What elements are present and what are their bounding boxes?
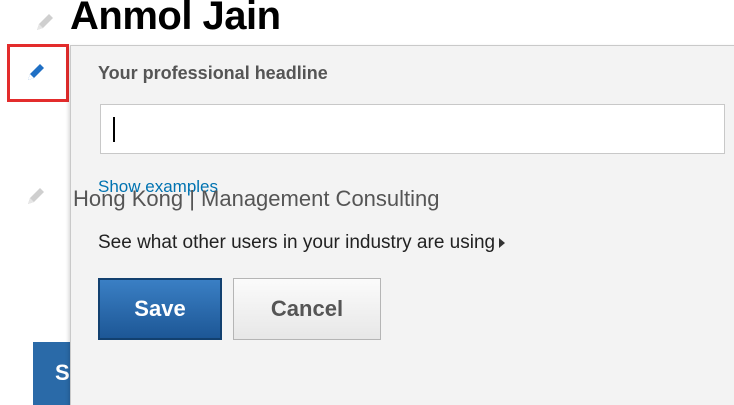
text-caret bbox=[113, 117, 115, 142]
headline-field-label: Your professional headline bbox=[98, 63, 328, 83]
profile-name: Anmol Jain bbox=[70, 0, 281, 38]
see-industry-headlines-link[interactable]: See what other users in your industry ar… bbox=[98, 232, 506, 254]
edit-location-pencil-icon[interactable] bbox=[24, 184, 48, 208]
headline-input[interactable] bbox=[100, 104, 725, 154]
profile-page: Anmol Jain n r c S Your professional hea… bbox=[0, 0, 734, 405]
pencil-icon bbox=[37, 14, 53, 30]
edit-name-pencil-icon[interactable] bbox=[33, 10, 57, 34]
triangle-right-icon bbox=[499, 237, 506, 248]
see-industry-headlines-label: See what other users in your industry ar… bbox=[98, 232, 496, 253]
save-button[interactable]: Save bbox=[98, 278, 222, 340]
edit-highlight-box bbox=[7, 44, 69, 102]
current-location-industry-text: Hong Kong | Management Consulting bbox=[73, 186, 440, 211]
cancel-button[interactable]: Cancel bbox=[233, 278, 381, 340]
obscured-button-label: S bbox=[55, 360, 70, 385]
headline-edit-popup: Your professional headline Show examples… bbox=[70, 45, 734, 405]
pencil-icon bbox=[28, 188, 44, 204]
